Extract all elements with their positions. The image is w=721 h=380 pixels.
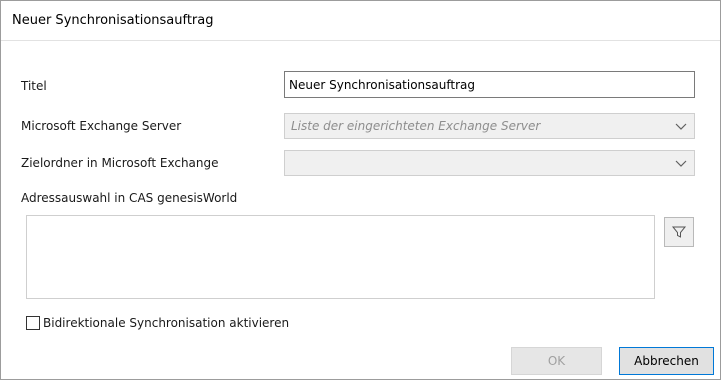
filter-button[interactable]: [664, 217, 694, 247]
exchange-server-value: Liste der eingerichteten Exchange Server: [291, 119, 541, 133]
address-selection-label: Adressauswahl in CAS genesisWorld: [21, 191, 238, 205]
exchange-server-label: Microsoft Exchange Server: [21, 119, 182, 133]
bidirectional-label[interactable]: Bidirektionale Synchronisation aktiviere…: [43, 316, 289, 330]
title-field[interactable]: [284, 71, 695, 98]
dialog-title: Neuer Synchronisationsauftrag: [12, 13, 214, 28]
target-folder-select[interactable]: [284, 150, 695, 176]
title-input[interactable]: [285, 72, 694, 97]
ok-button[interactable]: OK: [511, 347, 602, 375]
exchange-server-select[interactable]: Liste der eingerichteten Exchange Server: [284, 113, 695, 139]
target-folder-label: Zielordner in Microsoft Exchange: [21, 156, 219, 170]
dialog-window: Neuer Synchronisationsauftrag Titel Micr…: [0, 0, 721, 380]
bidirectional-checkbox[interactable]: [26, 316, 40, 330]
chevron-down-icon: [675, 123, 687, 130]
chevron-down-icon: [675, 160, 687, 167]
title-label: Titel: [21, 79, 47, 93]
cancel-button[interactable]: Abbrechen: [619, 347, 714, 375]
address-selection-box[interactable]: [26, 215, 655, 299]
filter-icon: [671, 226, 687, 238]
title-bar: Neuer Synchronisationsauftrag: [1, 1, 720, 41]
